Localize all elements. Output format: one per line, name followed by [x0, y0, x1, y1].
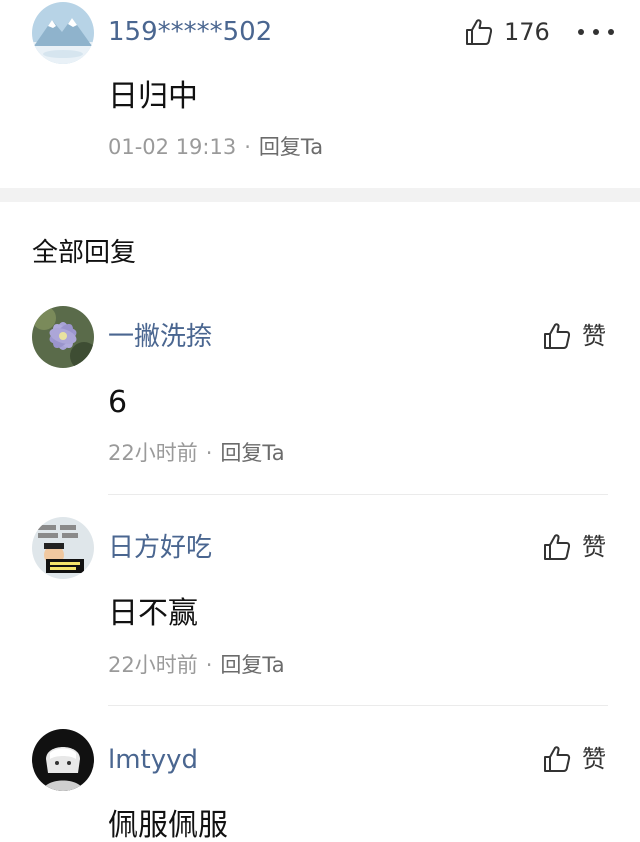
comment-meta: 01-02 19:13 · 回复Ta — [108, 137, 323, 158]
reply-meta: 22小时前 · 回复Ta — [108, 443, 285, 464]
like-button[interactable]: 赞 — [542, 532, 606, 562]
username[interactable]: 一撇洗捺 — [108, 324, 212, 350]
like-button[interactable]: 赞 — [542, 321, 606, 351]
reply-content: 6 — [108, 385, 128, 420]
like-label: 赞 — [582, 322, 606, 350]
thumbs-up-icon — [544, 323, 571, 349]
reply-content: 佩服佩服 — [108, 808, 228, 842]
divider — [108, 494, 608, 495]
like-label: 赞 — [582, 533, 606, 561]
avatar-anime-character-image — [32, 729, 94, 791]
username[interactable]: lmtyyd — [108, 747, 198, 773]
meta-separator: · — [205, 441, 213, 465]
avatar-meme-image — [32, 517, 94, 579]
username[interactable]: 日方好吃 — [108, 535, 212, 561]
avatar[interactable] — [32, 729, 94, 791]
like-button[interactable]: 176 — [464, 17, 550, 47]
more-dots-icon — [593, 29, 599, 35]
section-separator — [0, 188, 640, 202]
reply-content: 日不赢 — [108, 596, 198, 631]
meta-separator: · — [205, 653, 213, 677]
reply-time: 22小时前 — [108, 653, 198, 677]
like-count: 176 — [504, 18, 550, 46]
avatar-flower-image — [32, 306, 94, 368]
comment-content: 日归中 — [108, 79, 198, 114]
like-label: 赞 — [582, 745, 606, 773]
reply-button[interactable]: 回复Ta — [259, 135, 323, 159]
reply-button[interactable]: 回复Ta — [220, 653, 284, 677]
thumbs-up-icon — [466, 19, 493, 45]
section-title: 全部回复 — [32, 238, 137, 268]
like-button[interactable]: 赞 — [542, 744, 606, 774]
thumbs-up-icon — [544, 534, 571, 560]
username[interactable]: 159*****502 — [108, 19, 272, 45]
avatar[interactable] — [32, 2, 94, 64]
more-dots-icon — [578, 29, 584, 35]
avatar[interactable] — [32, 517, 94, 579]
avatar-snow-mountain-image — [32, 2, 94, 64]
more-dots-icon — [608, 29, 614, 35]
divider — [108, 705, 608, 706]
thumbs-up-icon — [544, 746, 571, 772]
avatar[interactable] — [32, 306, 94, 368]
more-options-button[interactable] — [578, 20, 614, 44]
reply-button[interactable]: 回复Ta — [220, 441, 284, 465]
reply-time: 22小时前 — [108, 441, 198, 465]
reply-meta: 22小时前 · 回复Ta — [108, 655, 285, 676]
meta-separator: · — [244, 135, 251, 159]
comment-time: 01-02 19:13 — [108, 135, 237, 159]
comment-detail-page: 159*****502 176 日归中 01-02 19:13 · 回复Ta 全部回… — [0, 0, 640, 842]
